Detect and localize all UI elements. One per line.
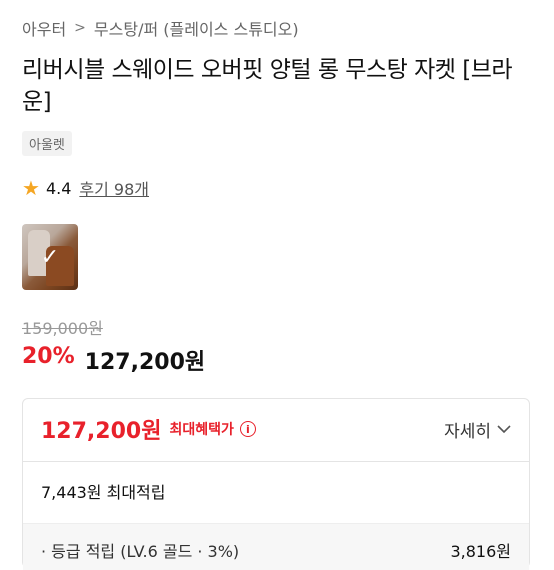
benefit-header: 127,200원 최대혜택가 i 자세히 [41, 413, 511, 445]
sale-price: 127,200원 [84, 350, 206, 375]
grade-points-row: · 등급 적립 (LV.6 골드 · 3%) 3,816원 [23, 523, 529, 570]
breadcrumb-subcategory[interactable]: 무스탕/퍼 (플레이스 스튜디오) [94, 16, 299, 40]
breadcrumb-category[interactable]: 아우터 [22, 16, 66, 40]
grade-points-label: · 등급 적립 (LV.6 골드 · 3%) [41, 542, 240, 561]
max-points: 7,443원 최대적립 [41, 483, 166, 502]
product-thumbnail[interactable]: ✓ [22, 224, 78, 290]
breadcrumb: 아우터 > 무스탕/퍼 (플레이스 스튜디오) [22, 16, 299, 40]
chevron-down-icon [497, 425, 511, 434]
rating-row: ★ 4.4 후기 98개 [22, 176, 149, 200]
details-toggle[interactable]: 자세히 [444, 417, 511, 442]
outlet-badge: 아울렛 [22, 131, 72, 156]
grade-points-value: 3,816원 [450, 542, 511, 561]
reviews-link[interactable]: 후기 98개 [79, 176, 149, 200]
chevron-right-icon: > [74, 20, 86, 36]
discount-percent: 20% [22, 344, 75, 369]
max-benefit-label: 최대혜택가 [169, 422, 234, 438]
original-price: 159,000원 [22, 319, 103, 338]
rating-score: 4.4 [45, 178, 72, 198]
info-icon[interactable]: i [239, 421, 256, 437]
details-label: 자세히 [444, 421, 491, 442]
benefit-card: 127,200원 최대혜택가 i 자세히 7,443원 최대적립 · 등급 적립… [22, 398, 530, 570]
check-icon: ✓ [40, 244, 60, 270]
product-title: 리버시블 스웨이드 오버핏 양털 롱 무스탕 자켓 [브라운] [22, 57, 513, 115]
divider [23, 461, 529, 462]
star-icon: ★ [22, 176, 40, 200]
sale-price-row: 20% 127,200원 [22, 344, 205, 376]
max-benefit-price: 127,200원 [41, 419, 162, 444]
